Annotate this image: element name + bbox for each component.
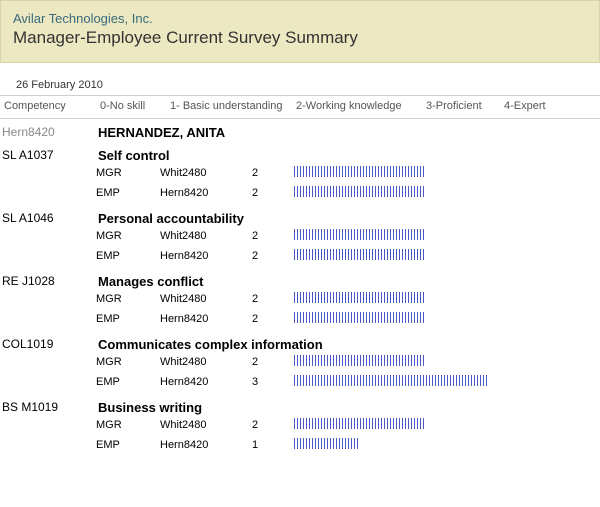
- bar-cell: [294, 375, 600, 389]
- competency-code: SL A1046: [0, 209, 98, 226]
- role-label: MGR: [96, 356, 160, 368]
- report-header: Avilar Technologies, Inc. Manager-Employ…: [0, 0, 600, 63]
- role-label: EMP: [96, 250, 160, 262]
- score-value: 3: [252, 376, 294, 388]
- competency-block: SL A1037Self controlMGRWhit24802EMPHern8…: [0, 140, 600, 203]
- role-label: EMP: [96, 313, 160, 325]
- rater-id: Hern8420: [160, 439, 252, 451]
- score-value: 2: [252, 187, 294, 199]
- competency-head: COL1019Communicates complex information: [0, 329, 600, 352]
- rater-id: Whit2480: [160, 356, 252, 368]
- competency-name: Self control: [98, 146, 170, 163]
- competency-code: BS M1019: [0, 398, 98, 415]
- score-bar: [294, 186, 424, 197]
- rater-id: Whit2480: [160, 419, 252, 431]
- legend-competency: Competency: [2, 100, 100, 112]
- competency-name: Manages conflict: [98, 272, 203, 289]
- score-value: 2: [252, 356, 294, 368]
- role-label: EMP: [96, 376, 160, 388]
- role-label: EMP: [96, 439, 160, 451]
- score-bar: [294, 229, 424, 240]
- legend-1: 1- Basic understanding: [170, 100, 296, 112]
- report-title: Manager-Employee Current Survey Summary: [13, 28, 587, 48]
- rater-id: Whit2480: [160, 293, 252, 305]
- competency-name: Communicates complex information: [98, 335, 323, 352]
- score-value: 2: [252, 419, 294, 431]
- rating-row: EMPHern84203: [0, 372, 600, 392]
- legend-0: 0-No skill: [100, 100, 170, 112]
- competency-name: Business writing: [98, 398, 202, 415]
- employee-row: Hern8420 HERNANDEZ, ANITA: [0, 119, 600, 140]
- score-bar: [294, 312, 424, 323]
- rater-id: Hern8420: [160, 376, 252, 388]
- employee-name: HERNANDEZ, ANITA: [98, 123, 225, 140]
- company-name: Avilar Technologies, Inc.: [13, 11, 587, 26]
- bar-cell: [294, 166, 600, 180]
- rating-row: EMPHern84202: [0, 246, 600, 266]
- role-label: MGR: [96, 230, 160, 242]
- rating-row: EMPHern84202: [0, 309, 600, 329]
- legend-3: 3-Proficient: [426, 100, 504, 112]
- competency-block: RE J1028Manages conflictMGRWhit24802EMPH…: [0, 266, 600, 329]
- bar-cell: [294, 292, 600, 306]
- bar-cell: [294, 438, 600, 452]
- rater-id: Whit2480: [160, 167, 252, 179]
- rating-row: MGRWhit24802: [0, 226, 600, 246]
- score-value: 2: [252, 167, 294, 179]
- competency-code: COL1019: [0, 335, 98, 352]
- score-bar: [294, 375, 489, 386]
- rater-id: Hern8420: [160, 187, 252, 199]
- score-value: 1: [252, 439, 294, 451]
- score-value: 2: [252, 230, 294, 242]
- score-bar: [294, 249, 424, 260]
- competency-block: SL A1046Personal accountabilityMGRWhit24…: [0, 203, 600, 266]
- rating-row: MGRWhit24802: [0, 352, 600, 372]
- bar-cell: [294, 186, 600, 200]
- role-label: EMP: [96, 187, 160, 199]
- rater-id: Hern8420: [160, 250, 252, 262]
- score-value: 2: [252, 313, 294, 325]
- score-value: 2: [252, 250, 294, 262]
- competency-code: SL A1037: [0, 146, 98, 163]
- competency-code: RE J1028: [0, 272, 98, 289]
- bar-cell: [294, 229, 600, 243]
- legend-4: 4-Expert: [504, 100, 564, 112]
- competency-name: Personal accountability: [98, 209, 244, 226]
- rating-row: MGRWhit24802: [0, 163, 600, 183]
- score-bar: [294, 355, 424, 366]
- competency-block: BS M1019Business writingMGRWhit24802EMPH…: [0, 392, 600, 455]
- bar-cell: [294, 418, 600, 432]
- rater-id: Hern8420: [160, 313, 252, 325]
- bar-cell: [294, 249, 600, 263]
- rating-row: MGRWhit24802: [0, 415, 600, 435]
- competency-head: SL A1046Personal accountability: [0, 203, 600, 226]
- competency-list: SL A1037Self controlMGRWhit24802EMPHern8…: [0, 140, 600, 455]
- bar-cell: [294, 312, 600, 326]
- legend-2: 2-Working knowledge: [296, 100, 426, 112]
- score-bar: [294, 166, 424, 177]
- report-date: 26 February 2010: [0, 63, 600, 95]
- competency-head: SL A1037Self control: [0, 140, 600, 163]
- score-bar: [294, 418, 424, 429]
- bar-cell: [294, 355, 600, 369]
- competency-head: BS M1019Business writing: [0, 392, 600, 415]
- role-label: MGR: [96, 419, 160, 431]
- role-label: MGR: [96, 167, 160, 179]
- score-value: 2: [252, 293, 294, 305]
- score-bar: [294, 292, 424, 303]
- rating-row: MGRWhit24802: [0, 289, 600, 309]
- rater-id: Whit2480: [160, 230, 252, 242]
- rating-row: EMPHern84201: [0, 435, 600, 455]
- employee-code: Hern8420: [0, 123, 98, 140]
- scale-legend: Competency 0-No skill 1- Basic understan…: [0, 95, 600, 119]
- competency-block: COL1019Communicates complex informationM…: [0, 329, 600, 392]
- competency-head: RE J1028Manages conflict: [0, 266, 600, 289]
- role-label: MGR: [96, 293, 160, 305]
- rating-row: EMPHern84202: [0, 183, 600, 203]
- score-bar: [294, 438, 359, 449]
